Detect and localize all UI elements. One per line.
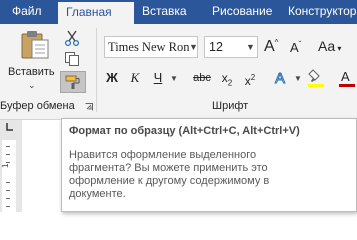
group-separator: [96, 28, 97, 112]
chevron-down-icon[interactable]: ⌄: [28, 80, 36, 91]
tab-stop-selector-icon[interactable]: [4, 122, 14, 132]
decrease-font-icon[interactable]: Aˇ: [290, 40, 301, 58]
subscript-button[interactable]: x2: [219, 68, 235, 88]
change-case-label: Aa: [318, 38, 336, 54]
copy-icon[interactable]: [64, 51, 80, 67]
underline-button[interactable]: Ч: [150, 68, 166, 88]
chevron-down-icon[interactable]: ▼: [294, 74, 302, 83]
chevron-down-icon[interactable]: ▼: [246, 42, 255, 52]
font-color-icon[interactable]: A: [338, 68, 356, 88]
svg-text:A: A: [275, 70, 285, 87]
strikethrough-button[interactable]: abc: [191, 68, 213, 88]
chevron-down-icon[interactable]: ▼: [189, 42, 198, 52]
format-painter-tooltip: Формат по образцу (Alt+Ctrl+C, Alt+Ctrl+…: [61, 118, 357, 212]
font-size-value[interactable]: 12: [209, 40, 223, 54]
decrease-font-label: A: [290, 40, 299, 55]
text-effects-icon[interactable]: A: [274, 68, 292, 88]
tab-home[interactable]: Главная: [58, 2, 134, 24]
chevron-down-icon[interactable]: ▼: [170, 74, 178, 83]
tab-draw[interactable]: Рисование: [204, 0, 280, 24]
ribbon-tab-bar: Файл Главная Вставка Рисование Конструкт…: [0, 0, 357, 24]
superscript-mark: 2: [250, 73, 256, 82]
paste-icon[interactable]: [20, 30, 52, 60]
ruler-tick: [6, 154, 10, 155]
change-case-icon[interactable]: Aa ▾: [318, 38, 341, 54]
tooltip-description: Нравится оформление выделенного фрагмент…: [69, 149, 270, 200]
increase-font-label: A: [264, 38, 275, 55]
superscript-button[interactable]: x2: [242, 68, 258, 88]
ruler-tick: [6, 206, 10, 207]
italic-button[interactable]: К: [127, 68, 143, 88]
tab-insert[interactable]: Вставка: [134, 0, 195, 24]
ruler-tick: [6, 198, 10, 199]
font-group-label: Шрифт: [212, 100, 249, 112]
svg-text:A: A: [341, 69, 350, 84]
ruler-tick: [6, 146, 10, 147]
tab-design[interactable]: Конструктор: [280, 0, 357, 24]
cut-icon[interactable]: [64, 30, 80, 46]
bold-button[interactable]: Ж: [104, 68, 120, 88]
format-painter-icon[interactable]: [65, 74, 81, 90]
ruler-tick: [6, 190, 10, 191]
vertical-ruler[interactable]: [2, 140, 16, 212]
tooltip-title: Формат по образцу (Alt+Ctrl+C, Alt+Ctrl+…: [69, 125, 300, 137]
increase-font-icon[interactable]: A^: [264, 38, 278, 56]
font-name-combobox[interactable]: Times New Ron: [104, 36, 198, 58]
font-name-value[interactable]: Times New Ron: [108, 40, 192, 55]
tab-file[interactable]: Файл: [4, 0, 50, 24]
paste-button-label[interactable]: Вставить: [8, 66, 55, 78]
ruler-tick: [6, 182, 10, 183]
subscript-mark: 2: [227, 78, 233, 88]
ribbon: Вставить ⌄ Буфер обмена Times New Ron ▼ …: [0, 24, 357, 120]
clipboard-group-label: Буфер обмена: [0, 100, 75, 112]
ruler-number: 1: [1, 163, 10, 168]
dialog-launcher-icon[interactable]: [85, 103, 93, 111]
highlight-icon[interactable]: [307, 68, 325, 88]
